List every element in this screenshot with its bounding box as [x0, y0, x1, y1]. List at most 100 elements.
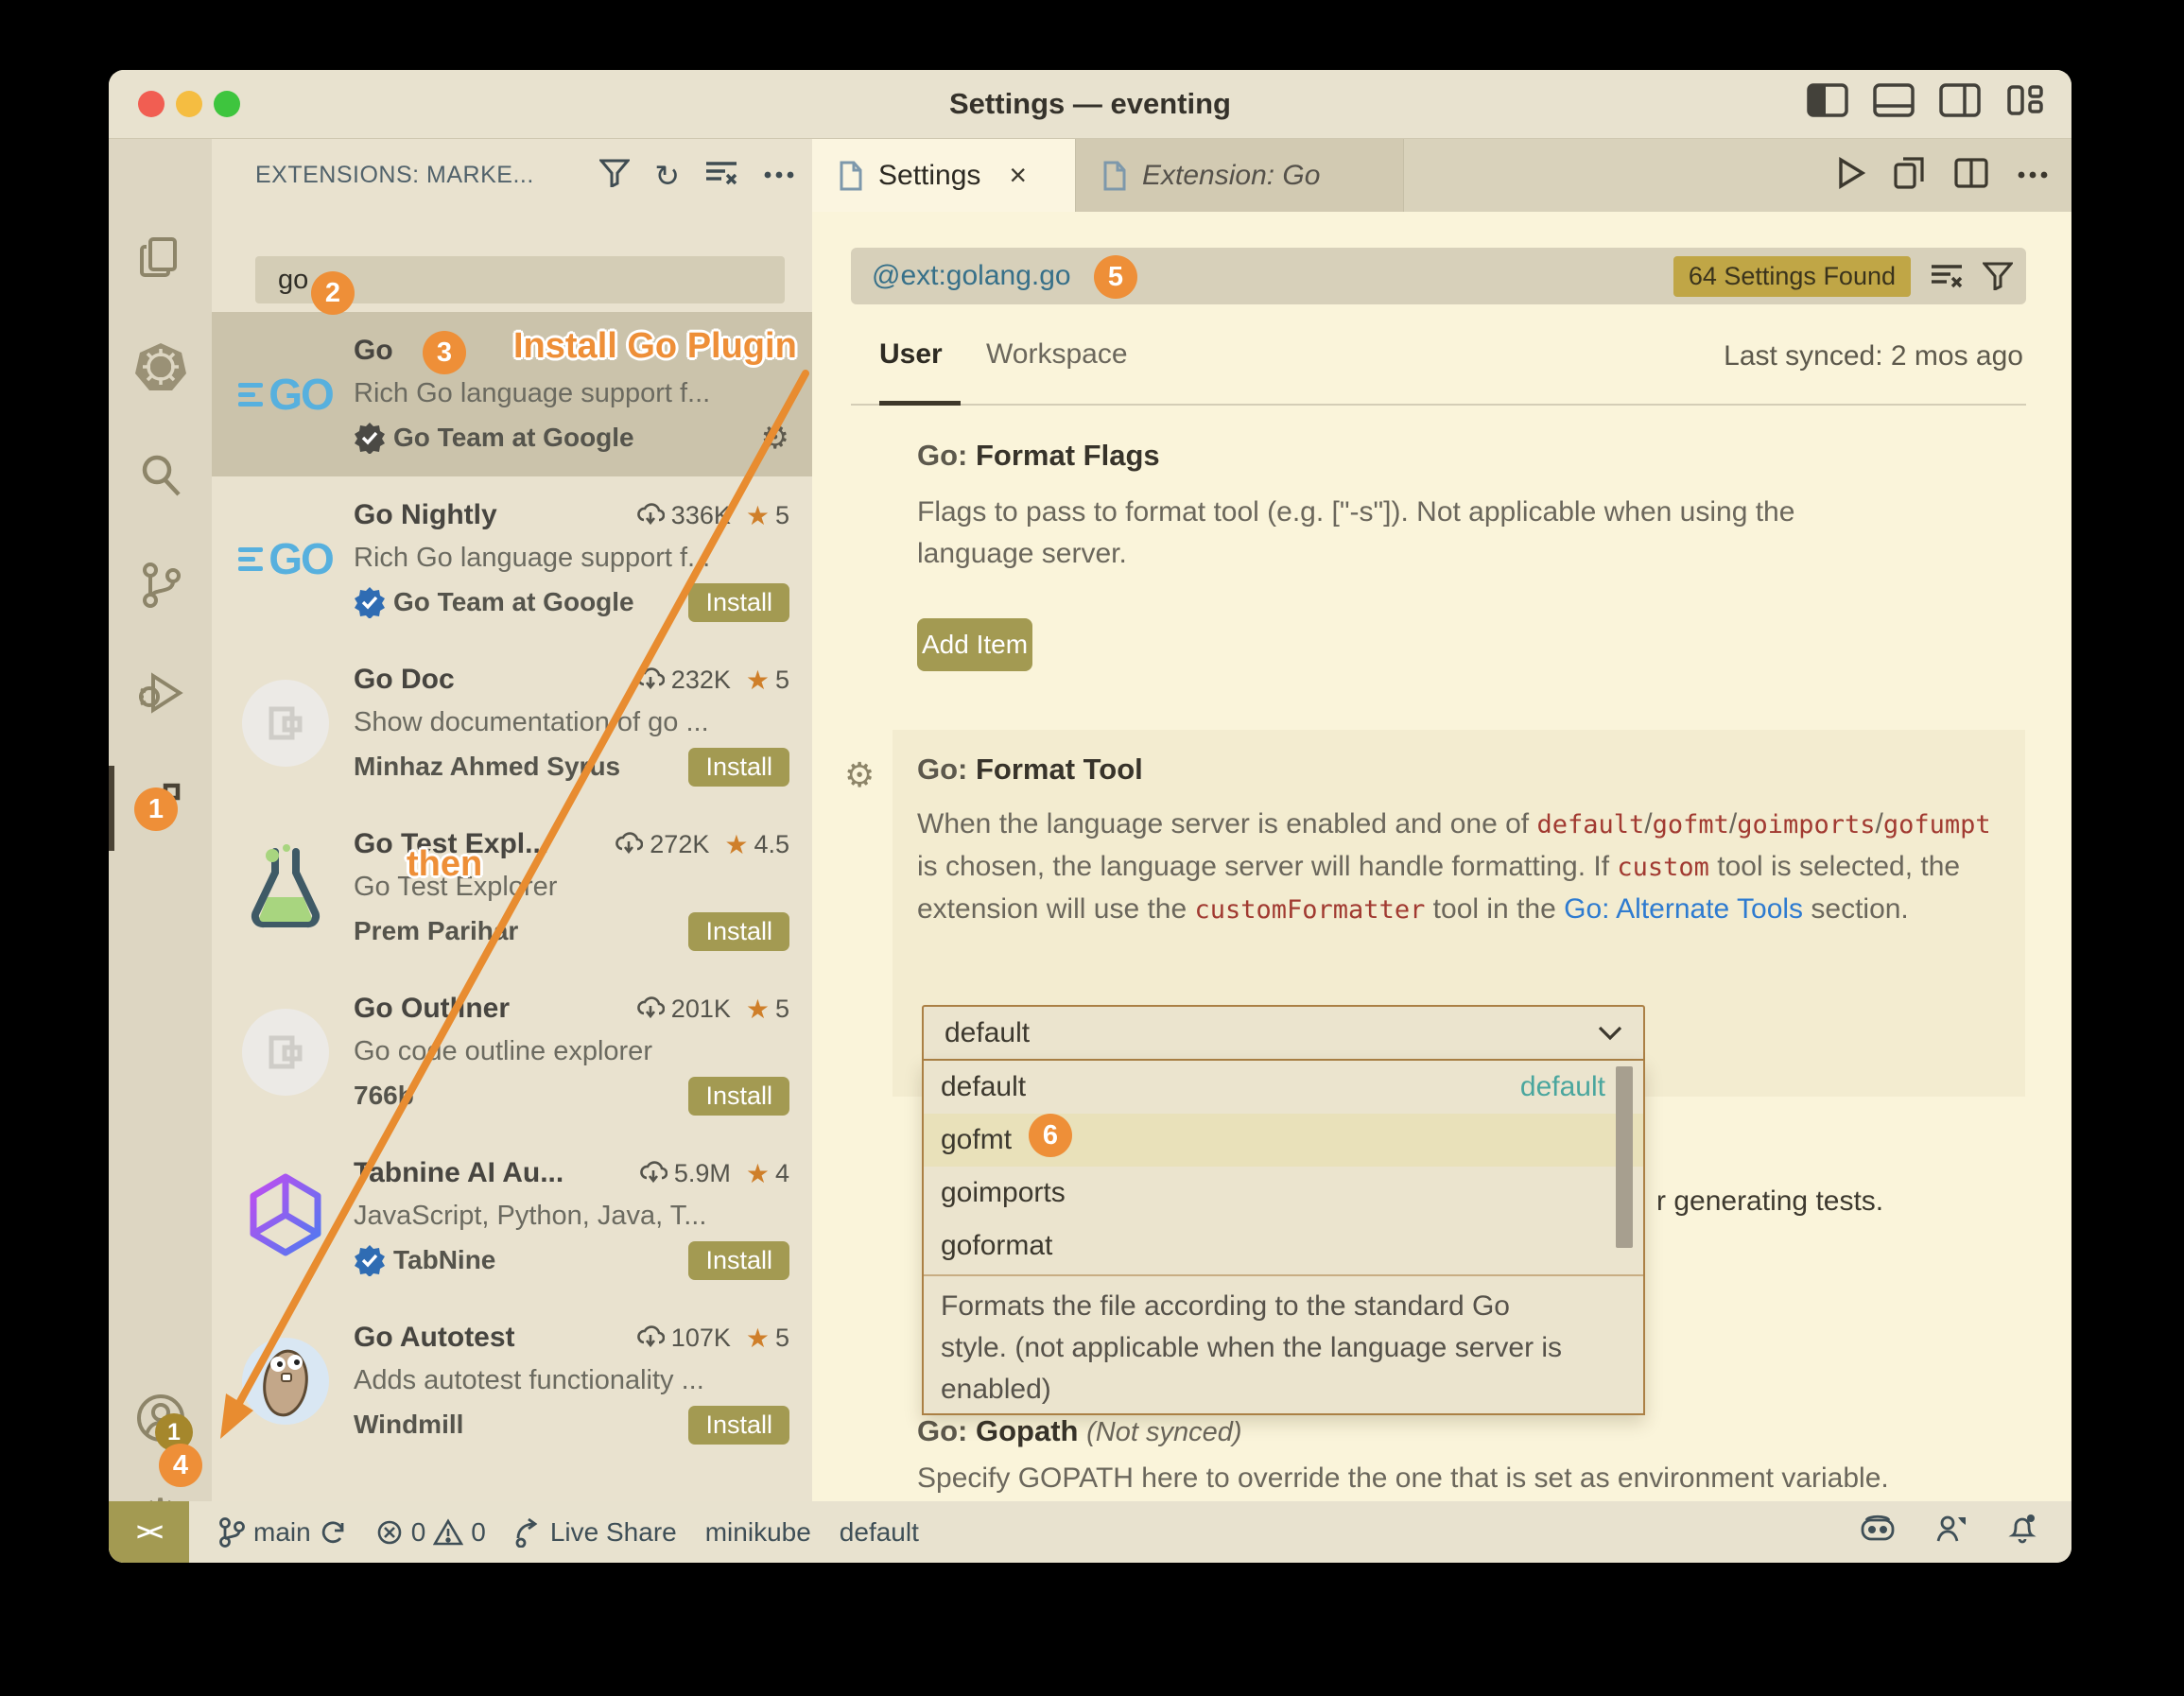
extension-author: Go Team at Google: [393, 423, 634, 453]
tabnine-hexagon-icon: [248, 1173, 323, 1261]
dropdown-divider: [924, 1274, 1643, 1276]
live-share-label: Live Share: [550, 1517, 677, 1548]
extension-list-item[interactable]: Go Outliner 201K ★ 5 Go code outline exp…: [212, 970, 812, 1134]
window-title: Settings — eventing: [109, 87, 2071, 121]
customize-layout-icon[interactable]: [2005, 83, 2047, 117]
option-label: default: [941, 1071, 1026, 1103]
open-changes-icon[interactable]: [1894, 157, 1926, 194]
filter-extensions-icon[interactable]: [599, 159, 630, 192]
settings-search-input[interactable]: @ext:golang.go 64 Settings Found: [851, 248, 2026, 304]
kubernetes-icon[interactable]: [109, 341, 212, 392]
extension-list-item[interactable]: Go Test Expl... 272K ★ 4.5 Go Test Explo…: [212, 805, 812, 970]
add-item-button[interactable]: Add Item: [917, 618, 1032, 671]
extension-list-item[interactable]: GO Go Nightly 336K ★ 5 Rich Go language …: [212, 476, 812, 641]
install-button[interactable]: Install: [688, 583, 789, 622]
active-scope-underline: [879, 401, 961, 406]
toggle-panel-icon[interactable]: [1873, 83, 1915, 117]
filter-settings-icon[interactable]: [1983, 262, 2013, 290]
option-label: gofmt: [941, 1124, 1012, 1156]
extension-description: Adds autotest functionality ...: [354, 1365, 789, 1396]
install-button[interactable]: Install: [688, 748, 789, 787]
notifications-bell-icon[interactable]: [2007, 1513, 2037, 1551]
verified-icon: [354, 1244, 386, 1276]
tab-settings[interactable]: Settings ×: [812, 139, 1076, 212]
tab-extension-go-label: Extension: Go: [1142, 160, 1320, 192]
dropdown-option-goimports[interactable]: goimports: [924, 1167, 1643, 1220]
flask-icon: [247, 842, 324, 934]
split-editor-icon[interactable]: [1954, 158, 1988, 193]
toggle-secondary-sidebar-icon[interactable]: [1939, 83, 1981, 117]
annotation-badge-3: 3: [423, 331, 466, 374]
dropdown-option-default[interactable]: default default: [924, 1061, 1643, 1114]
downloads-count: 201K: [671, 995, 731, 1024]
problems-status-item[interactable]: 0 0: [375, 1517, 486, 1548]
kube-context-status-item[interactable]: minikube: [705, 1517, 811, 1548]
more-editor-actions-icon[interactable]: [2017, 167, 2049, 184]
title-bar: Settings — eventing: [109, 70, 2071, 139]
not-synced-flag: (Not synced): [1086, 1417, 1241, 1447]
remote-indicator[interactable]: ><: [109, 1501, 189, 1563]
scope-tab-user[interactable]: User: [879, 338, 943, 371]
generic-extension-icon: [242, 680, 329, 767]
extension-list-item[interactable]: Go Autotest 107K ★ 5 Adds autotest funct…: [212, 1299, 812, 1463]
clear-extension-search-icon[interactable]: [704, 159, 738, 192]
clear-settings-search-icon[interactable]: [1930, 262, 1964, 290]
settings-found-badge: 64 Settings Found: [1673, 256, 1911, 297]
annotation-badge-6: 6: [1029, 1114, 1072, 1157]
copilot-icon[interactable]: [1860, 1514, 1896, 1549]
manage-gear-icon[interactable]: ⚙: [761, 419, 789, 457]
downloads-icon: [636, 995, 665, 1023]
setting-gear-icon[interactable]: ⚙: [844, 756, 875, 795]
format-tool-select[interactable]: default: [922, 1005, 1645, 1061]
format-tool-dropdown: default default gofmt goimports goformat: [922, 1061, 1645, 1415]
run-debug-icon[interactable]: [109, 668, 212, 718]
extension-icon: [238, 1494, 333, 1501]
feedback-icon[interactable]: [1935, 1514, 1967, 1550]
run-icon[interactable]: [1837, 157, 1865, 194]
dropdown-scrollbar[interactable]: [1616, 1066, 1633, 1248]
setting-name: Format Tool: [976, 753, 1143, 786]
explorer-icon[interactable]: [109, 234, 212, 281]
settings-search-query: @ext:golang.go: [872, 260, 1071, 292]
errors-icon: [375, 1518, 404, 1547]
go-logo-icon: GO: [238, 369, 333, 420]
more-actions-icon[interactable]: [763, 167, 795, 184]
scope-tab-workspace[interactable]: Workspace: [986, 338, 1128, 371]
install-button[interactable]: Install: [688, 1406, 789, 1445]
toggle-primary-sidebar-icon[interactable]: [1807, 83, 1848, 117]
refresh-icon[interactable]: ↻: [654, 158, 680, 194]
settings-gear-icon[interactable]: ⚙: [109, 1489, 212, 1501]
extension-list-item[interactable]: Tabnine AI Au... 5.9M ★ 4 JavaScript, Py…: [212, 1134, 812, 1299]
extension-icon: [238, 1165, 333, 1269]
last-synced-label: Last synced: 2 mos ago: [1724, 340, 2023, 372]
dropdown-option-goformat[interactable]: goformat: [924, 1220, 1643, 1272]
live-share-status-item[interactable]: Live Share: [514, 1517, 677, 1548]
profile-status-item[interactable]: default: [840, 1517, 919, 1548]
rating-value: 4.5: [754, 830, 789, 859]
close-tab-icon[interactable]: ×: [1009, 158, 1027, 193]
downloads-count: 272K: [650, 830, 709, 859]
extension-list-item[interactable]: Go Doc 232K ★ 5 Show documentation of go…: [212, 641, 812, 805]
install-button[interactable]: Install: [688, 1241, 789, 1280]
extension-author: Go Team at Google: [393, 587, 634, 617]
extension-icon: GO: [238, 342, 333, 446]
setting-title-gopath: Go: Gopath (Not synced): [917, 1414, 1242, 1448]
branch-status-item[interactable]: main: [217, 1516, 347, 1549]
extension-list-item[interactable]: vscode-go-sv... 99K ★ 5: [212, 1463, 812, 1501]
install-button[interactable]: Install: [688, 912, 789, 951]
extension-author: TabNine: [393, 1245, 495, 1275]
rating-value: 4: [775, 1159, 789, 1188]
install-button[interactable]: Install: [688, 1077, 789, 1116]
search-icon[interactable]: [109, 451, 212, 498]
extension-description: Go code outline explorer: [354, 1036, 789, 1067]
rating-value: 5: [775, 501, 789, 530]
rating-value: 5: [775, 1324, 789, 1353]
source-control-icon[interactable]: [109, 561, 212, 610]
tab-extension-go[interactable]: Extension: Go: [1076, 139, 1404, 212]
downloads-count: 232K: [671, 666, 731, 695]
verified-icon: [354, 586, 386, 618]
setting-description-gopath: Specify GOPATH here to override the one …: [917, 1458, 2014, 1499]
extension-name: Go Autotest: [354, 1322, 515, 1354]
warnings-count: 0: [471, 1517, 486, 1548]
annotation-badge-4: 4: [159, 1444, 202, 1487]
